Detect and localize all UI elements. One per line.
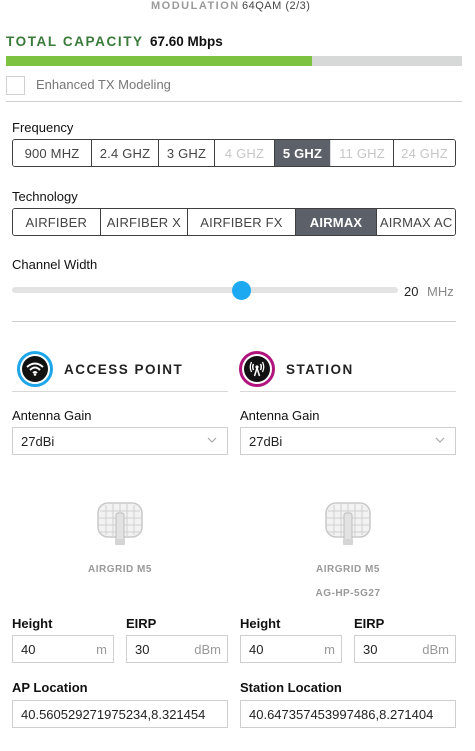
station-height-unit: m	[324, 642, 335, 657]
divider	[240, 391, 456, 392]
freq-option-24ghz[interactable]: 24 GHZ	[394, 140, 455, 166]
modulation-label: MODULATION	[151, 0, 240, 12]
station-antenna-gain-label: Antenna Gain	[240, 408, 320, 423]
ap-eirp-value: 30	[135, 642, 150, 657]
enhanced-tx-checkbox[interactable]	[6, 76, 25, 95]
ap-height-input[interactable]: 40 m	[12, 635, 114, 663]
technology-selector: AIRFIBER AIRFIBER X AIRFIBER FX AIRMAX A…	[12, 208, 456, 236]
tech-option-airfiber-x[interactable]: AIRFIBER X	[100, 209, 189, 235]
tech-option-airfiber[interactable]: AIRFIBER	[13, 209, 101, 235]
channel-width-value: 20	[404, 284, 419, 299]
enhanced-tx-label: Enhanced TX Modeling	[36, 77, 171, 92]
access-point-badge	[17, 351, 53, 387]
ap-antenna-gain-label: Antenna Gain	[12, 408, 92, 423]
station-eirp-unit: dBm	[422, 642, 449, 657]
ap-device-name: AIRGRID M5	[88, 564, 152, 575]
ap-antenna-gain-value: 27dBi	[21, 434, 55, 449]
channel-width-slider-track[interactable]	[12, 287, 398, 293]
freq-option-2-4ghz[interactable]: 2.4 GHZ	[92, 140, 159, 166]
chevron-down-icon	[435, 437, 445, 443]
station-device-image	[325, 502, 371, 545]
station-height-input[interactable]: 40 m	[240, 635, 342, 663]
channel-width-unit: MHz	[427, 284, 454, 299]
station-height-label: Height	[240, 616, 281, 631]
capacity-bar	[6, 56, 462, 66]
station-badge	[239, 351, 275, 387]
technology-label: Technology	[12, 189, 78, 204]
station-antenna-gain-value: 27dBi	[249, 434, 283, 449]
total-capacity-value: 67.60 Mbps	[150, 34, 223, 49]
access-point-title: ACCESS POINT	[64, 362, 184, 377]
freq-option-3ghz[interactable]: 3 GHZ	[159, 140, 215, 166]
wifi-icon	[26, 362, 44, 376]
ap-eirp-label: EIRP	[126, 616, 157, 631]
frequency-label: Frequency	[12, 120, 74, 135]
tech-option-airfiber-fx[interactable]: AIRFIBER FX	[188, 209, 296, 235]
modulation-value: 64QAM (2/3)	[242, 0, 311, 12]
tech-option-airmax[interactable]: AIRMAX	[295, 209, 378, 235]
divider	[12, 391, 228, 392]
station-location-input[interactable]: 40.647357453997486,8.271404	[240, 700, 456, 728]
divider	[6, 101, 462, 102]
total-capacity-label: TOTAL CAPACITY	[6, 34, 144, 49]
station-device-name: AIRGRID M5	[316, 564, 380, 575]
ap-location-input[interactable]: 40.560529271975234,8.321454	[12, 700, 228, 728]
station-location-label: Station Location	[240, 680, 342, 695]
ap-eirp-input[interactable]: 30 dBm	[126, 635, 228, 663]
station-eirp-label: EIRP	[354, 616, 385, 631]
ap-antenna-gain-select[interactable]: 27dBi	[12, 427, 228, 455]
antenna-tower-icon	[249, 361, 265, 377]
station-title: STATION	[286, 362, 354, 377]
freq-option-900mhz[interactable]: 900 MHZ	[13, 140, 92, 166]
ap-location-label: AP Location	[12, 680, 88, 695]
freq-option-5ghz[interactable]: 5 GHZ	[275, 140, 331, 166]
tech-option-airmax-ac[interactable]: AIRMAX AC	[377, 209, 455, 235]
capacity-bar-fill	[6, 56, 312, 66]
station-antenna-gain-select[interactable]: 27dBi	[240, 427, 456, 455]
channel-width-label: Channel Width	[12, 257, 98, 272]
frequency-selector: 900 MHZ 2.4 GHZ 3 GHZ 4 GHZ 5 GHZ 11 GHZ…	[12, 139, 456, 167]
ap-eirp-unit: dBm	[194, 642, 221, 657]
station-eirp-value: 30	[363, 642, 378, 657]
channel-width-slider-handle[interactable]	[232, 281, 251, 300]
station-height-value: 40	[249, 642, 264, 657]
divider	[12, 321, 456, 322]
freq-option-4ghz[interactable]: 4 GHZ	[215, 140, 275, 166]
ap-location-value: 40.560529271975234,8.321454	[21, 707, 206, 722]
ap-height-value: 40	[21, 642, 36, 657]
chevron-down-icon	[207, 437, 217, 443]
station-location-value: 40.647357453997486,8.271404	[249, 707, 434, 722]
freq-option-11ghz[interactable]: 11 GHZ	[331, 140, 394, 166]
station-eirp-input[interactable]: 30 dBm	[354, 635, 456, 663]
station-device-model: AG-HP-5G27	[315, 588, 381, 599]
ap-height-label: Height	[12, 616, 53, 631]
ap-device-image	[97, 502, 143, 545]
ap-height-unit: m	[96, 642, 107, 657]
